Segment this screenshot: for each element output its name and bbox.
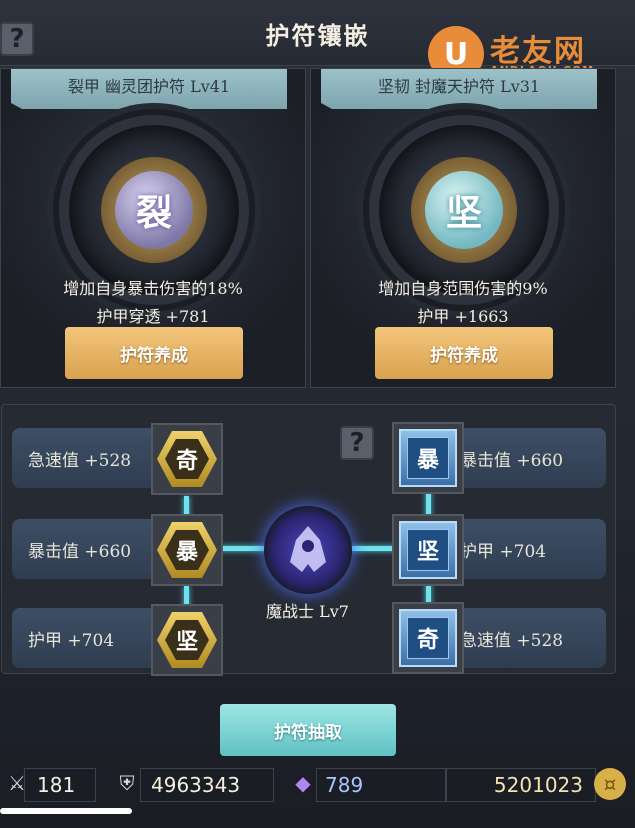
character-avatar[interactable] [264, 506, 352, 594]
amulet-name: 裂甲 幽灵团护符 Lv41 [11, 69, 287, 109]
right-rune-slot-2[interactable]: 坚 [392, 514, 464, 586]
amulet-upgrade-button[interactable]: 护符养成 [375, 327, 553, 379]
rune-icon: 奇 [165, 439, 209, 479]
effect-text: 增加自身暴击伤害的18% [63, 279, 243, 298]
amulet-description: 增加自身暴击伤害的18% 护甲穿透 +781 [1, 275, 305, 331]
character-label: 魔战士 Lv7 [266, 602, 349, 621]
crystal-icon: ◆ [295, 771, 311, 795]
shield-icon: ⛨ [119, 771, 135, 795]
rune-icon: 坚 [165, 620, 209, 660]
amulet-gem-icon[interactable]: 坚 [425, 171, 503, 249]
left-rune-slot-2[interactable]: 暴 [151, 514, 223, 586]
currency-2: 4963343 [140, 768, 274, 802]
currency-3: 789 [316, 768, 446, 802]
amulet-upgrade-button[interactable]: 护符养成 [65, 327, 243, 379]
amulet-description: 增加自身范围伤害的9% 护甲 +1663 [311, 275, 615, 331]
warrior-icon [290, 526, 326, 572]
link-line [220, 546, 270, 551]
amulet-name: 坚韧 封魔天护符 Lv31 [321, 69, 597, 109]
amulet-card-2: 坚韧 封魔天护符 Lv31 坚 增加自身范围伤害的9% 护甲 +1663 护符养… [310, 68, 616, 388]
rune-icon: 坚 [407, 529, 449, 571]
amulet-gem-icon[interactable]: 裂 [115, 171, 193, 249]
left-rune-slot-1[interactable]: 奇 [151, 423, 223, 495]
rune-icon: 暴 [407, 437, 449, 479]
currency-4: 5201023 [446, 768, 596, 802]
gold-coin-icon: ¤ [594, 768, 626, 800]
amulet-draw-button[interactable]: 护符抽取 [220, 704, 396, 756]
panel-help-button[interactable]: ? [340, 426, 374, 460]
rune-icon: 暴 [165, 530, 209, 570]
home-indicator [0, 808, 132, 814]
rune-icon: 奇 [407, 617, 449, 659]
right-rune-slot-1[interactable]: 暴 [392, 422, 464, 494]
currency-1: 181 [24, 768, 96, 802]
effect-text: 增加自身范围伤害的9% [378, 279, 548, 298]
amulet-card-1: 裂甲 幽灵团护符 Lv41 裂 增加自身暴击伤害的18% 护甲穿透 +781 护… [0, 68, 306, 388]
